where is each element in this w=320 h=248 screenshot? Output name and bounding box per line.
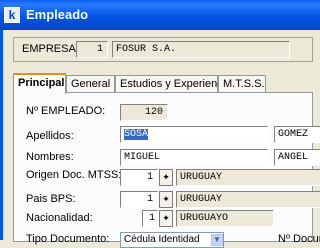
origen-value-field: URUGUAY: [176, 169, 320, 186]
pais-bps-label: Pais BPS:: [26, 193, 76, 205]
nombre1-field[interactable]: MIGUEL: [120, 149, 268, 166]
empresa-name-field[interactable]: FOSUR S.A.: [112, 41, 290, 58]
numero-empleado-label: Nº EMPLEADO:: [26, 105, 106, 117]
empresa-label: EMPRESA:: [22, 43, 79, 55]
nacionalidad-code-field[interactable]: 1: [142, 210, 158, 227]
tab-estudios-experiencia[interactable]: Estudios y Experiencia: [115, 75, 231, 93]
chevron-down-icon[interactable]: ▼: [211, 234, 223, 246]
pais-bps-value-field: URUGUAY: [176, 191, 320, 208]
nacionalidad-lookup-icon[interactable]: ✦: [159, 210, 173, 227]
nacionalidad-value-field: URUGUAYO: [176, 210, 274, 227]
tipo-documento-label: Tipo Documento:: [26, 233, 110, 245]
numero-empleado-field[interactable]: 120: [120, 104, 168, 121]
pais-bps-lookup-icon[interactable]: ✦: [159, 191, 173, 208]
nacionalidad-label: Nacionalidad:: [26, 212, 93, 224]
nombres-label: Nombres:: [26, 151, 74, 163]
origen-code-field[interactable]: 1: [120, 169, 158, 186]
apellidos-label: Apellidos:: [26, 130, 74, 142]
tab-mtss[interactable]: M.T.S.S.: [218, 75, 266, 93]
origen-doc-label: Origen Doc. MTSS:: [26, 169, 122, 181]
apellido1-value: SOSA: [124, 129, 149, 140]
empresa-code-field[interactable]: 1: [76, 41, 108, 58]
numero-documento-label: Nº Docum: [278, 233, 320, 245]
pais-bps-code-field[interactable]: 1: [120, 191, 158, 208]
tab-general[interactable]: General: [66, 75, 115, 93]
origen-lookup-icon[interactable]: ✦: [159, 169, 173, 186]
window-title: Empleado: [26, 7, 89, 22]
app-icon: k: [4, 7, 20, 23]
apellido2-field[interactable]: GOMEZ: [274, 126, 320, 143]
tipo-documento-select[interactable]: Cédula Identidad: [120, 232, 224, 248]
nombre2-field[interactable]: ANGEL: [274, 149, 320, 166]
apellido1-field[interactable]: SOSA: [120, 126, 268, 143]
tab-principal[interactable]: Principal: [13, 73, 66, 94]
title-bar[interactable]: k Empleado: [0, 0, 320, 30]
